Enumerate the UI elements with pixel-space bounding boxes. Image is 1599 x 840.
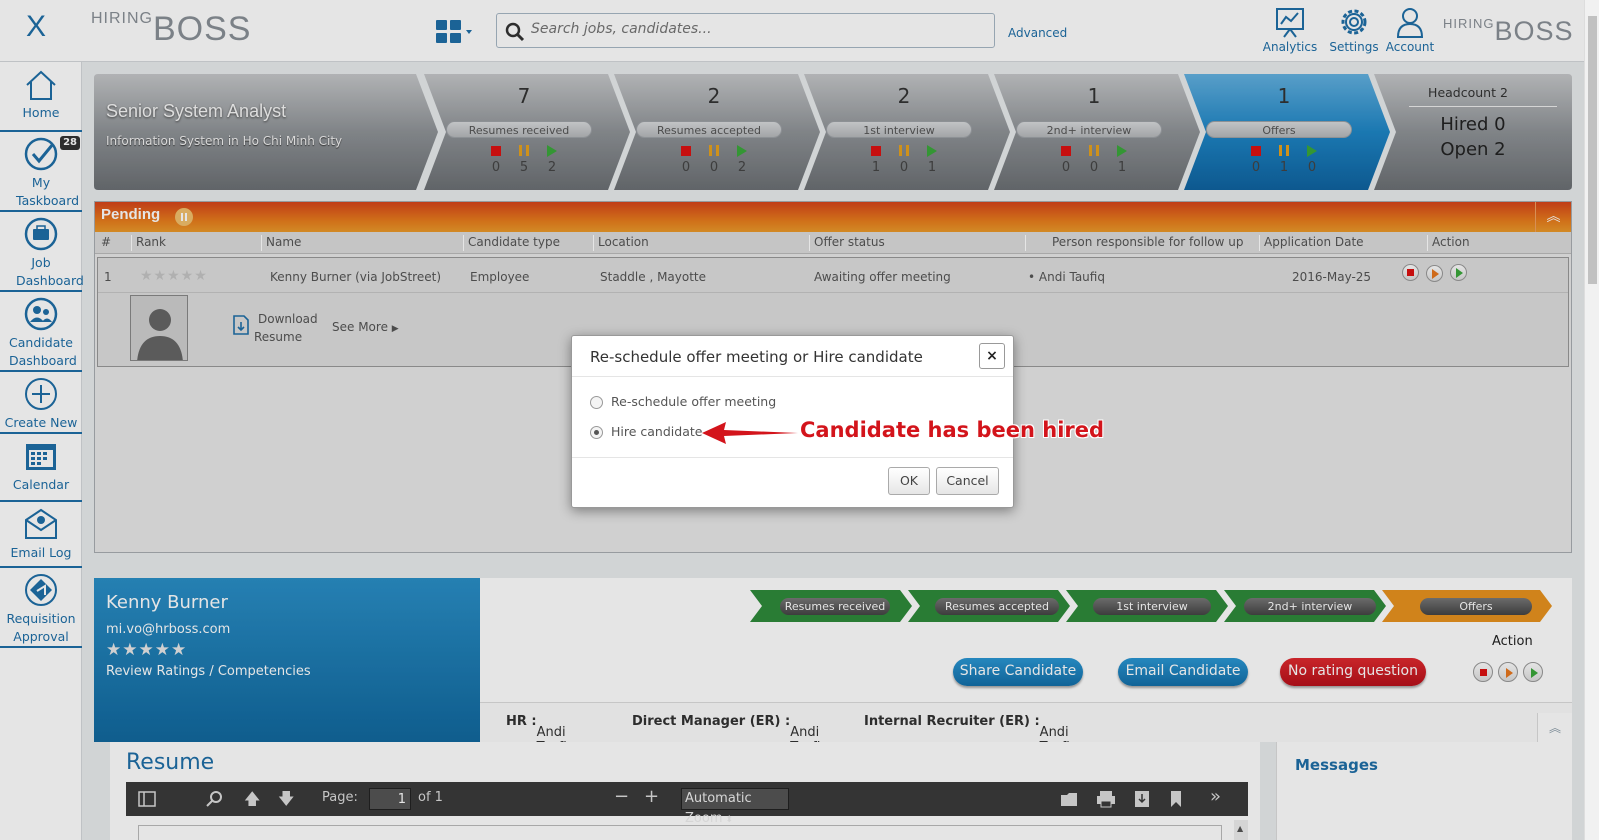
cancel-button[interactable]: Cancel <box>936 467 999 495</box>
option-label: Re-schedule offer meeting <box>611 394 777 409</box>
dialog-title: Re-schedule offer meeting or Hire candid… <box>590 348 923 366</box>
ok-button[interactable]: OK <box>888 467 930 495</box>
dialog-close-button[interactable]: × <box>979 343 1005 369</box>
scroll-thumb[interactable] <box>1588 16 1597 284</box>
divider <box>572 376 1013 377</box>
option-reschedule[interactable]: Re-schedule offer meeting <box>590 394 776 409</box>
page-scrollbar[interactable] <box>1584 0 1599 840</box>
option-hire[interactable]: Hire candidate <box>590 424 702 439</box>
annotation-callout: Candidate has been hired <box>800 418 1105 442</box>
divider <box>572 457 1013 458</box>
radio-reschedule[interactable] <box>590 396 603 409</box>
radio-hire[interactable] <box>590 426 603 439</box>
annotation-arrow-icon <box>702 422 798 444</box>
close-icon: × <box>986 348 998 364</box>
option-label: Hire candidate <box>611 424 703 439</box>
